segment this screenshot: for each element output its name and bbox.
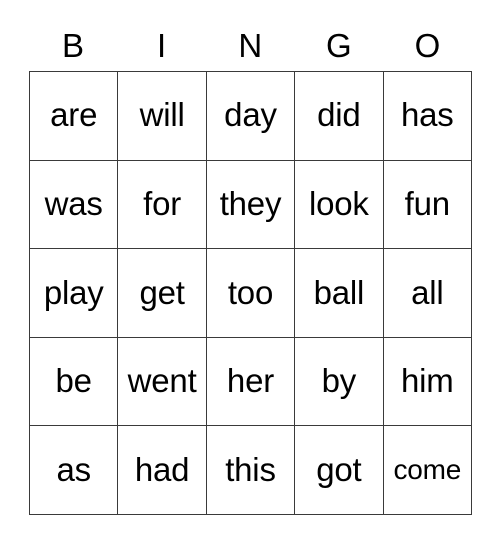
- bingo-cell-label: day: [224, 96, 277, 134]
- bingo-cell[interactable]: by: [294, 336, 384, 427]
- bingo-cell[interactable]: they: [205, 159, 296, 250]
- bingo-cell-label: this: [225, 450, 276, 488]
- bingo-cell[interactable]: got: [294, 425, 384, 515]
- bingo-row: be went her by him: [28, 336, 473, 427]
- bingo-header-row: B I N G O: [29, 20, 472, 71]
- bingo-cell-label: play: [43, 273, 104, 311]
- bingo-cell-label: be: [55, 362, 93, 400]
- bingo-cell-label: her: [226, 362, 275, 400]
- bingo-cell-label: ball: [313, 273, 365, 311]
- bingo-row: was for they look fun: [28, 159, 473, 250]
- bingo-cell-label: had: [134, 450, 190, 488]
- bingo-cell[interactable]: him: [382, 336, 473, 427]
- bingo-cell[interactable]: come: [382, 425, 473, 515]
- bingo-cell-label: was: [44, 185, 103, 223]
- bingo-cell[interactable]: has: [382, 71, 473, 161]
- bingo-header-letter-i: I: [157, 27, 167, 64]
- bingo-cell[interactable]: ball: [294, 248, 384, 338]
- bingo-cell-label: get: [139, 273, 185, 311]
- bingo-cell-label: for: [143, 185, 182, 223]
- bingo-cell-label: come: [393, 454, 462, 486]
- bingo-grid: are will day did has was for they look f…: [28, 71, 473, 515]
- bingo-cell-label: will: [139, 96, 185, 134]
- bingo-row: as had this got come: [28, 425, 473, 515]
- bingo-cell-label: they: [219, 185, 282, 223]
- bingo-cell[interactable]: are: [28, 71, 119, 161]
- bingo-cell[interactable]: too: [205, 248, 296, 338]
- bingo-cell[interactable]: her: [205, 336, 296, 427]
- bingo-cell[interactable]: play: [28, 248, 119, 338]
- bingo-cell[interactable]: this: [205, 425, 296, 515]
- bingo-cell-label: has: [400, 96, 454, 134]
- bingo-header-letter-n: N: [238, 27, 263, 64]
- bingo-row: are will day did has: [28, 71, 473, 161]
- bingo-cell[interactable]: for: [117, 159, 207, 250]
- bingo-cell[interactable]: did: [294, 71, 384, 161]
- bingo-cell[interactable]: get: [117, 248, 207, 338]
- bingo-cell[interactable]: as: [28, 425, 119, 515]
- bingo-header-letter-g: G: [325, 27, 353, 64]
- bingo-cell-label: are: [50, 96, 98, 134]
- bingo-cell[interactable]: had: [117, 425, 207, 515]
- bingo-cell-label: too: [227, 273, 274, 311]
- bingo-cell-label: went: [127, 362, 197, 400]
- bingo-cell[interactable]: be: [28, 336, 119, 427]
- bingo-cell[interactable]: went: [117, 336, 207, 427]
- bingo-cell-label: as: [56, 450, 91, 488]
- bingo-cell-label: did: [317, 96, 361, 134]
- bingo-cell[interactable]: day: [205, 71, 296, 161]
- bingo-cell[interactable]: all: [382, 248, 473, 338]
- bingo-row: play get too ball all: [28, 248, 473, 338]
- bingo-cell-label: by: [321, 362, 357, 400]
- bingo-cell-label: got: [316, 450, 362, 488]
- bingo-header-letter-b: B: [62, 27, 85, 64]
- bingo-cell-label: him: [400, 362, 454, 400]
- bingo-header-letter-o: O: [414, 27, 441, 64]
- bingo-cell[interactable]: was: [28, 159, 119, 250]
- bingo-cell-label: look: [308, 185, 369, 223]
- bingo-cell[interactable]: will: [117, 71, 207, 161]
- bingo-cell-label: all: [411, 273, 444, 311]
- bingo-cell-label: fun: [404, 185, 450, 223]
- bingo-card: B I N G O are will day did has was for t…: [28, 20, 473, 515]
- bingo-cell[interactable]: look: [294, 159, 384, 250]
- bingo-cell[interactable]: fun: [382, 159, 473, 250]
